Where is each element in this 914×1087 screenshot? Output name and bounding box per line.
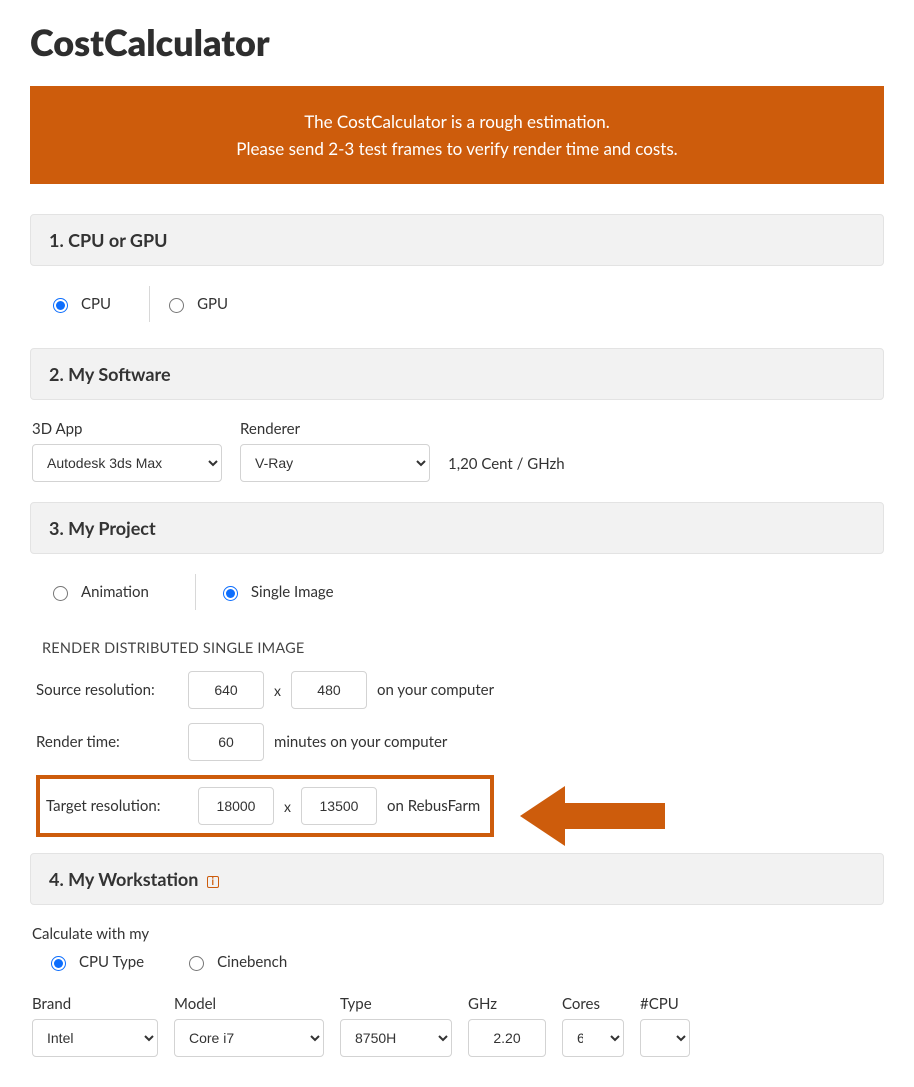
section-1-header: 1. CPU or GPU bbox=[30, 214, 884, 266]
app-label: 3D App bbox=[32, 420, 222, 438]
render-time-row: Render time: minutes on your computer bbox=[36, 723, 880, 761]
project-type-radiogroup: Animation Single Image bbox=[30, 574, 884, 636]
divider bbox=[149, 286, 150, 322]
radio-cpu-type-label: CPU Type bbox=[79, 953, 144, 971]
calc-method-radiogroup: CPU Type Cinebench bbox=[32, 949, 882, 981]
project-subheading: RENDER DISTRIBUTED SINGLE IMAGE bbox=[36, 636, 880, 671]
radio-gpu[interactable]: GPU bbox=[160, 291, 256, 317]
render-time-input[interactable] bbox=[188, 723, 264, 761]
software-row: 3D App Autodesk 3ds Max Renderer V-Ray 1… bbox=[30, 420, 884, 502]
source-height-input[interactable] bbox=[291, 671, 367, 709]
radio-animation-label: Animation bbox=[81, 583, 149, 601]
radio-animation[interactable]: Animation bbox=[44, 579, 177, 605]
ghz-input[interactable] bbox=[468, 1019, 546, 1057]
section-4-header: 4. My Workstation i bbox=[30, 853, 884, 905]
source-suffix: on your computer bbox=[377, 681, 494, 699]
target-resolution-highlight: Target resolution: x on RebusFarm bbox=[36, 775, 494, 837]
radio-single-image[interactable]: Single Image bbox=[214, 579, 362, 605]
radio-gpu-label: GPU bbox=[197, 295, 228, 313]
source-resolution-row: Source resolution: x on your computer bbox=[36, 671, 880, 709]
cpu-count-label: #CPU bbox=[640, 995, 690, 1013]
type-select[interactable]: 8750H bbox=[340, 1019, 452, 1057]
radio-animation-input[interactable] bbox=[53, 586, 68, 601]
radio-cpu-input[interactable] bbox=[53, 298, 68, 313]
section-2-header: 2. My Software bbox=[30, 348, 884, 400]
cpu-count-select[interactable]: 1 bbox=[640, 1019, 690, 1057]
target-height-input[interactable] bbox=[301, 787, 377, 825]
radio-cpu-type-input[interactable] bbox=[51, 956, 66, 971]
brand-label: Brand bbox=[32, 995, 158, 1013]
workstation-selects-row: Brand Intel Model Core i7 Type 8750H GHz… bbox=[32, 981, 882, 1057]
callout-arrow-icon bbox=[520, 781, 670, 851]
section-4-heading-text: 4. My Workstation bbox=[49, 868, 198, 890]
page-title: CostCalculator bbox=[30, 20, 884, 64]
target-suffix: on RebusFarm bbox=[387, 797, 480, 815]
type-label: Type bbox=[340, 995, 452, 1013]
renderer-select[interactable]: V-Ray bbox=[240, 444, 430, 482]
model-select[interactable]: Core i7 bbox=[174, 1019, 324, 1057]
notice-banner: The CostCalculator is a rough estimation… bbox=[30, 86, 884, 184]
radio-single-image-label: Single Image bbox=[251, 583, 334, 601]
renderer-label: Renderer bbox=[240, 420, 430, 438]
notice-line-1: The CostCalculator is a rough estimation… bbox=[50, 108, 864, 135]
radio-cpu-type[interactable]: CPU Type bbox=[42, 949, 172, 975]
cores-label: Cores bbox=[562, 995, 624, 1013]
rate-text: 1,20 Cent / GHzh bbox=[448, 455, 565, 482]
app-select[interactable]: Autodesk 3ds Max bbox=[32, 444, 222, 482]
cpu-gpu-radiogroup: CPU GPU bbox=[30, 286, 884, 348]
notice-line-2: Please send 2-3 test frames to verify re… bbox=[50, 135, 864, 162]
target-resolution-label: Target resolution: bbox=[46, 797, 188, 815]
ghz-label: GHz bbox=[468, 995, 546, 1013]
brand-select[interactable]: Intel bbox=[32, 1019, 158, 1057]
radio-cinebench-input[interactable] bbox=[189, 956, 204, 971]
source-resolution-label: Source resolution: bbox=[36, 681, 178, 699]
workstation-body: Calculate with my CPU Type Cinebench Bra… bbox=[30, 925, 884, 1067]
info-icon[interactable]: i bbox=[207, 876, 219, 888]
x-separator: x bbox=[274, 682, 281, 699]
target-width-input[interactable] bbox=[198, 787, 274, 825]
calculate-with-label: Calculate with my bbox=[32, 925, 882, 943]
radio-cpu[interactable]: CPU bbox=[44, 291, 139, 317]
radio-gpu-input[interactable] bbox=[169, 298, 184, 313]
cores-select[interactable]: 6 bbox=[562, 1019, 624, 1057]
project-body: RENDER DISTRIBUTED SINGLE IMAGE Source r… bbox=[30, 636, 884, 853]
radio-single-image-input[interactable] bbox=[223, 586, 238, 601]
render-time-suffix: minutes on your computer bbox=[274, 733, 447, 751]
x-separator: x bbox=[284, 798, 291, 815]
radio-cinebench-label: Cinebench bbox=[217, 953, 287, 971]
render-time-label: Render time: bbox=[36, 733, 178, 751]
radio-cpu-label: CPU bbox=[81, 295, 111, 313]
section-3-header: 3. My Project bbox=[30, 502, 884, 554]
radio-cinebench[interactable]: Cinebench bbox=[180, 949, 315, 975]
source-width-input[interactable] bbox=[188, 671, 264, 709]
divider bbox=[195, 574, 196, 610]
model-label: Model bbox=[174, 995, 324, 1013]
